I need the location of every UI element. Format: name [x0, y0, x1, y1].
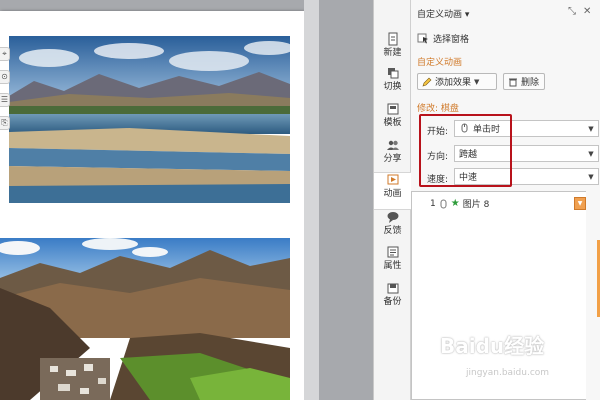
- search-tool-icon[interactable]: ☰: [0, 93, 10, 107]
- close-icon[interactable]: ✕: [583, 7, 591, 17]
- delete-label: 删除: [521, 78, 540, 88]
- speed-value: 中速: [459, 173, 478, 183]
- document-scrollbar[interactable]: [304, 0, 319, 400]
- copy-tool-icon[interactable]: ⎘: [0, 116, 10, 130]
- modify-heading: 修改: 棋盘: [417, 104, 459, 114]
- panel-title-menu[interactable]: 自定义动画 ▾: [417, 7, 469, 20]
- chevron-down-icon: ▼: [474, 77, 480, 86]
- document-margin: [319, 0, 373, 400]
- tab-properties-label: 属性: [383, 261, 402, 271]
- tab-feedback[interactable]: 反馈: [374, 210, 411, 248]
- layout-tool-icon[interactable]: ⌖: [0, 47, 10, 61]
- feedback-bubble-icon: [387, 212, 398, 223]
- selection-pane-button[interactable]: 选择窗格: [417, 30, 469, 46]
- slide-side-toolbar: ⌖ ⊙ ☰ ⎘: [0, 47, 10, 139]
- backup-icon: [387, 283, 398, 294]
- custom-animation-heading: 自定义动画: [417, 58, 463, 68]
- speed-label: 速度:: [427, 175, 449, 185]
- valley-landscape-image: [0, 238, 290, 400]
- new-document-icon: [388, 32, 397, 46]
- start-value: 单击时: [473, 125, 501, 135]
- start-label: 开始:: [427, 127, 449, 137]
- tab-share[interactable]: 分享: [374, 138, 411, 176]
- tab-backup-label: 备份: [383, 297, 402, 307]
- animation-list-item[interactable]: 1 ★ 图片 8 ▼: [413, 196, 586, 211]
- direction-select[interactable]: 跨越 ▼: [454, 145, 599, 162]
- tab-template[interactable]: 模板: [374, 102, 411, 140]
- effect-star-icon: ★: [450, 197, 460, 209]
- properties-icon: [387, 246, 398, 258]
- trash-icon: [509, 78, 517, 86]
- baidu-watermark: Baidu经验 jingyan.baidu.com: [440, 330, 590, 390]
- tab-animation-label: 动画: [383, 189, 402, 199]
- add-effect-label: 添加效果: [435, 78, 472, 88]
- slide-picture-lake[interactable]: [9, 36, 290, 203]
- switch-icon: [387, 68, 398, 79]
- start-select[interactable]: 单击时 ▼: [454, 120, 599, 137]
- direction-value: 跨越: [459, 150, 478, 160]
- tab-template-label: 模板: [383, 118, 402, 128]
- lake-landscape-image: [9, 36, 290, 203]
- tab-switch[interactable]: 切换: [374, 66, 411, 104]
- baidu-url: jingyan.baidu.com: [466, 368, 550, 378]
- tab-switch-label: 切换: [383, 82, 402, 92]
- task-pane-tabbar: 新建 切换 模板 分享 动画 反馈 属性 备份: [373, 0, 411, 400]
- slide-page[interactable]: ⌖ ⊙ ☰ ⎘: [0, 11, 304, 400]
- mouse-click-icon: [440, 199, 447, 208]
- undock-icon[interactable]: ⤡: [568, 7, 576, 17]
- chevron-down-icon[interactable]: ▼: [574, 197, 586, 210]
- direction-label: 方向:: [427, 152, 449, 162]
- mouse-click-icon: [461, 123, 468, 133]
- selection-pane-label: 选择窗格: [433, 34, 470, 45]
- pencil-icon: [422, 77, 432, 86]
- tab-feedback-label: 反馈: [383, 226, 402, 236]
- tab-properties[interactable]: 属性: [374, 245, 411, 283]
- tab-animation[interactable]: 动画: [374, 172, 411, 210]
- tab-backup[interactable]: 备份: [374, 281, 411, 319]
- share-users-icon: [386, 140, 399, 150]
- baidu-logo: Baidu经验: [440, 334, 545, 358]
- tab-new-label: 新建: [383, 48, 402, 58]
- tab-share-label: 分享: [383, 154, 402, 164]
- chevron-down-icon: ▼: [588, 172, 594, 181]
- chevron-down-icon: ▼: [588, 124, 594, 133]
- animation-item-name: 图片 8: [462, 200, 490, 210]
- chevron-down-icon: ▼: [588, 149, 594, 158]
- tab-new[interactable]: 新建: [374, 32, 411, 70]
- animation-icon: [387, 174, 398, 185]
- slide-picture-valley[interactable]: [0, 238, 290, 400]
- speed-select[interactable]: 中速 ▼: [454, 168, 599, 185]
- template-icon: [387, 103, 398, 115]
- add-effect-button[interactable]: 添加效果 ▼: [417, 73, 497, 90]
- panel-header: 自定义动画 ▾ ⤡ ✕: [411, 0, 600, 24]
- animation-item-index: 1: [430, 198, 436, 209]
- delete-effect-button[interactable]: 删除: [503, 73, 545, 90]
- layers-tool-icon[interactable]: ⊙: [0, 70, 10, 84]
- selection-pane-icon: [417, 33, 428, 44]
